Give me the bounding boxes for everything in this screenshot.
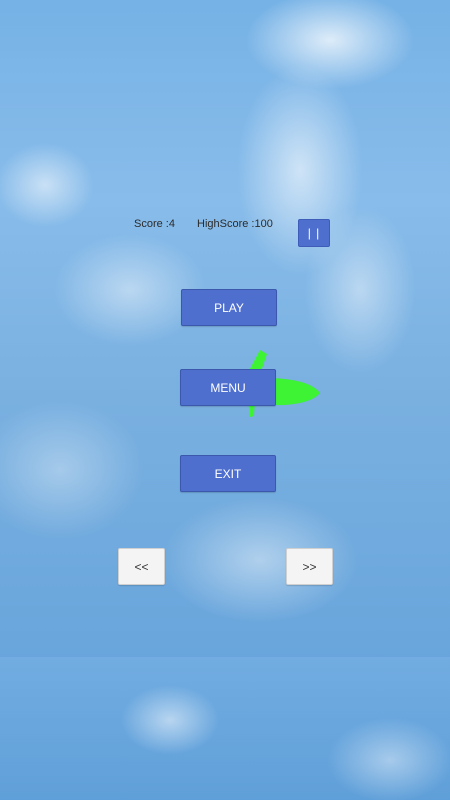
next-button[interactable]: >>	[286, 548, 333, 585]
play-button[interactable]: PLAY	[181, 289, 277, 326]
pause-button[interactable]: | |	[298, 219, 330, 247]
score-label: Score :4	[134, 218, 175, 230]
highscore-label: HighScore :100	[197, 218, 273, 230]
previous-button[interactable]: <<	[118, 548, 165, 585]
sky-background-lower	[0, 657, 450, 800]
menu-button[interactable]: MENU	[180, 369, 276, 406]
exit-button[interactable]: EXIT	[180, 455, 276, 492]
